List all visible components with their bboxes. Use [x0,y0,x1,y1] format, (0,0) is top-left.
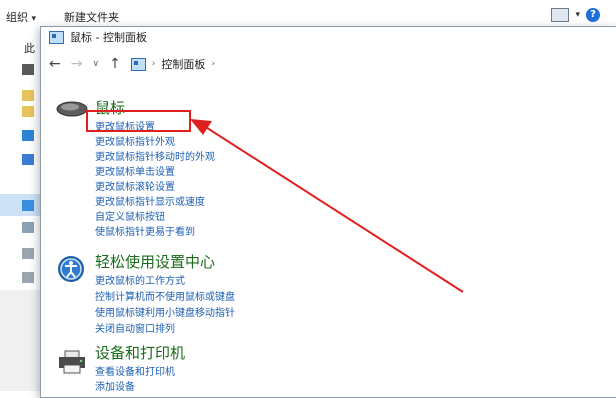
annotation-arrow [190,119,464,293]
